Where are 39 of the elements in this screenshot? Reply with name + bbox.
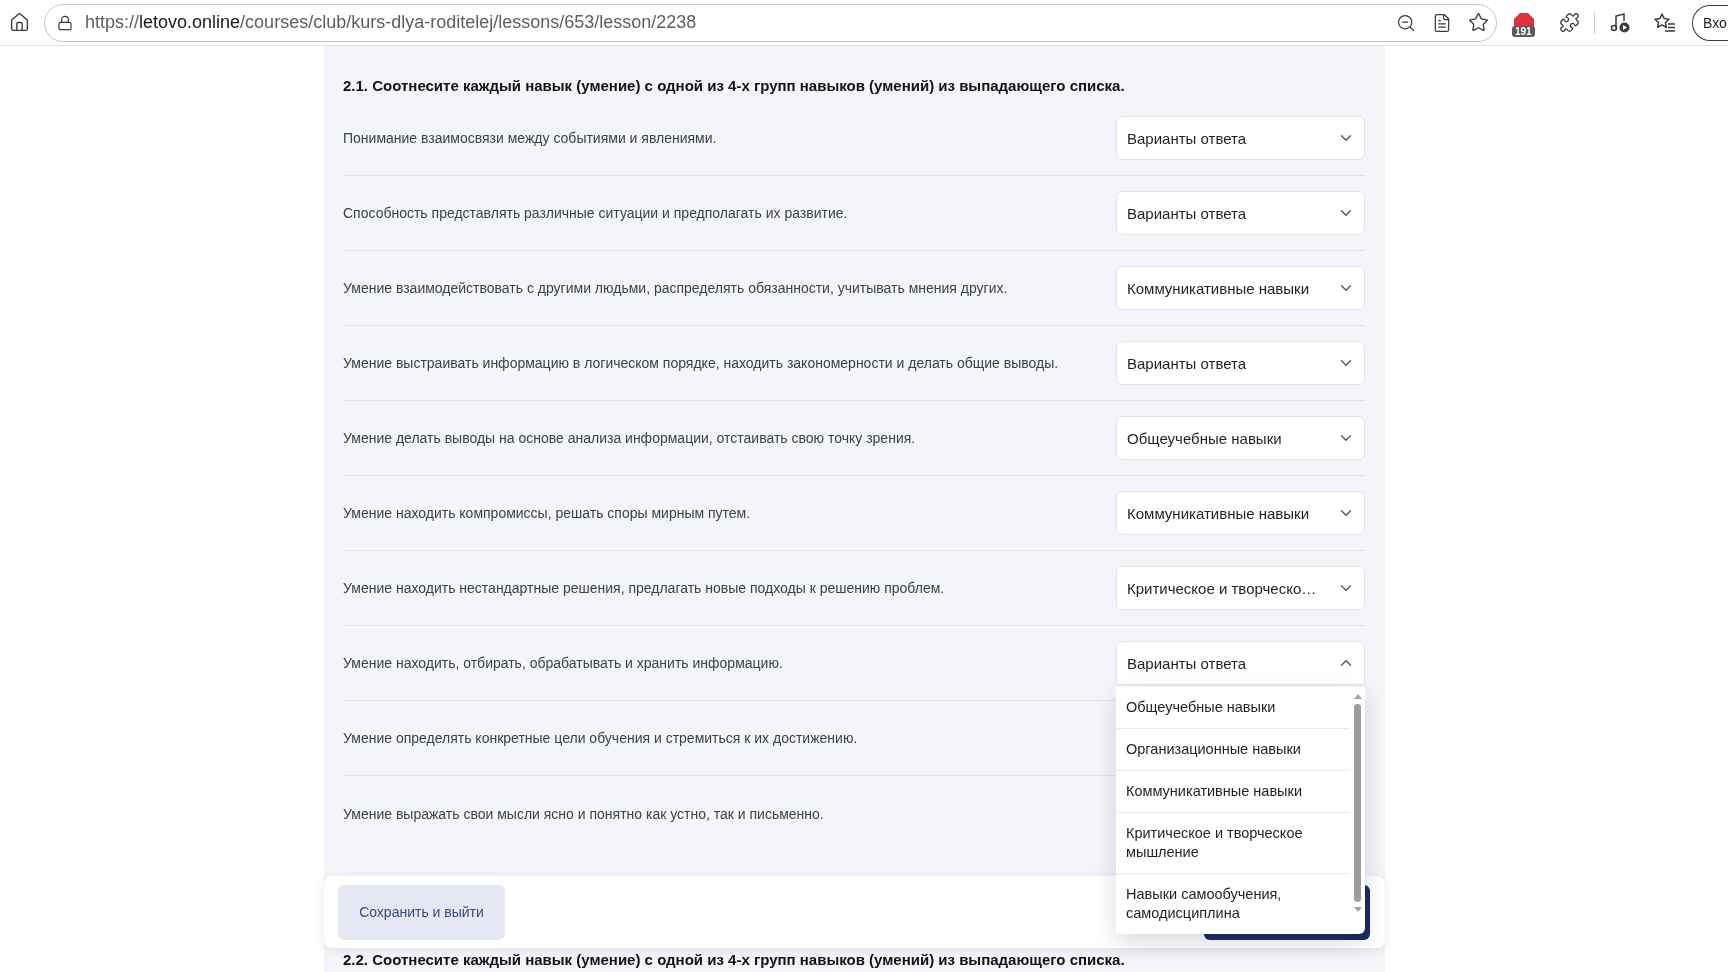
home-icon: [8, 12, 30, 33]
answer-select[interactable]: Общеучебные навыки: [1116, 416, 1365, 460]
star-list-icon: [1654, 12, 1676, 33]
answer-select[interactable]: Варианты ответа: [1116, 116, 1365, 160]
zoom-out-icon: [1396, 12, 1416, 33]
skill-text: Умение определять конкретные цели обучения и стремиться к их достижению.: [343, 730, 858, 746]
skill-text: Умение взаимодействовать с другими людьми, распределять обязанности, учитывать мнения других.: [343, 280, 1008, 296]
scrollbar-thumb[interactable]: [1354, 704, 1361, 902]
answer-select[interactable]: Коммуникативные навыки: [1116, 266, 1365, 310]
answer-select[interactable]: Варианты ответа: [1116, 341, 1365, 385]
dropdown-option[interactable]: Навыки самообучения, самодисциплина: [1116, 874, 1350, 934]
star-icon: [1467, 12, 1489, 33]
dropdown-option[interactable]: Организационные навыки: [1116, 729, 1350, 771]
save-exit-button[interactable]: Сохранить и выйти: [338, 884, 505, 940]
skill-text: Умение находить компромиссы, решать споры мирным путем.: [343, 505, 751, 521]
count-badge: 191: [1512, 25, 1535, 37]
puzzle-icon: [1558, 12, 1580, 33]
dropdown-option[interactable]: Критическое и творческое мышление: [1116, 813, 1350, 874]
skill-text: Понимание взаимосвязи между событиями и явлениями.: [343, 130, 717, 146]
dropdown-option[interactable]: Общеучебные навыки: [1116, 687, 1350, 729]
extension-button[interactable]: 191: [1509, 7, 1539, 38]
dropdown-option[interactable]: Коммуникативные навыки: [1116, 771, 1350, 813]
answer-select[interactable]: Варианты ответа: [1116, 641, 1365, 685]
music-note-icon: [1609, 11, 1631, 34]
answer-select[interactable]: Варианты ответа: [1116, 191, 1365, 235]
skill-text: Умение находить, отбирать, обрабатывать и хранить информацию.: [343, 655, 783, 671]
document-icon: [1432, 12, 1452, 33]
answer-select[interactable]: Коммуникативные навыки: [1116, 491, 1365, 535]
section-title: 2.1. Соотнесите каждый навык (умение) с одной из 4-х групп навыков (умений) из выпадающего списка.: [343, 77, 1126, 95]
skill-text: Умение находить нестандартные решения, предлагать новые подходы к решению проблем.: [343, 580, 945, 596]
skill-text: Умение выстраивать информацию в логическом порядке, находить закономерности и делать общие выводы.: [343, 355, 1059, 371]
skill-text: Способность представлять различные ситуации и предполагать их развитие.: [343, 205, 848, 221]
skill-text: Умение делать выводы на основе анализа информации, отстаивать свою точку зрения.: [343, 430, 916, 446]
url-text: https://letovo.online/courses/club/kurs-dlya-roditelej/lessons/653/lesson/2238: [85, 12, 697, 33]
answer-select[interactable]: Критическое и творческо…: [1116, 566, 1365, 610]
lock-icon: [57, 14, 73, 31]
skill-text: Умение выражать свои мысли ясно и понятно как устно, так и письменно.: [343, 805, 824, 822]
section-title: 2.2. Соотнесите каждый навык (умение) с одной из 4-х групп навыков (умений) из выпадающего списка.: [343, 951, 1126, 969]
sign-in-button[interactable]: Вхо: [1692, 4, 1728, 41]
